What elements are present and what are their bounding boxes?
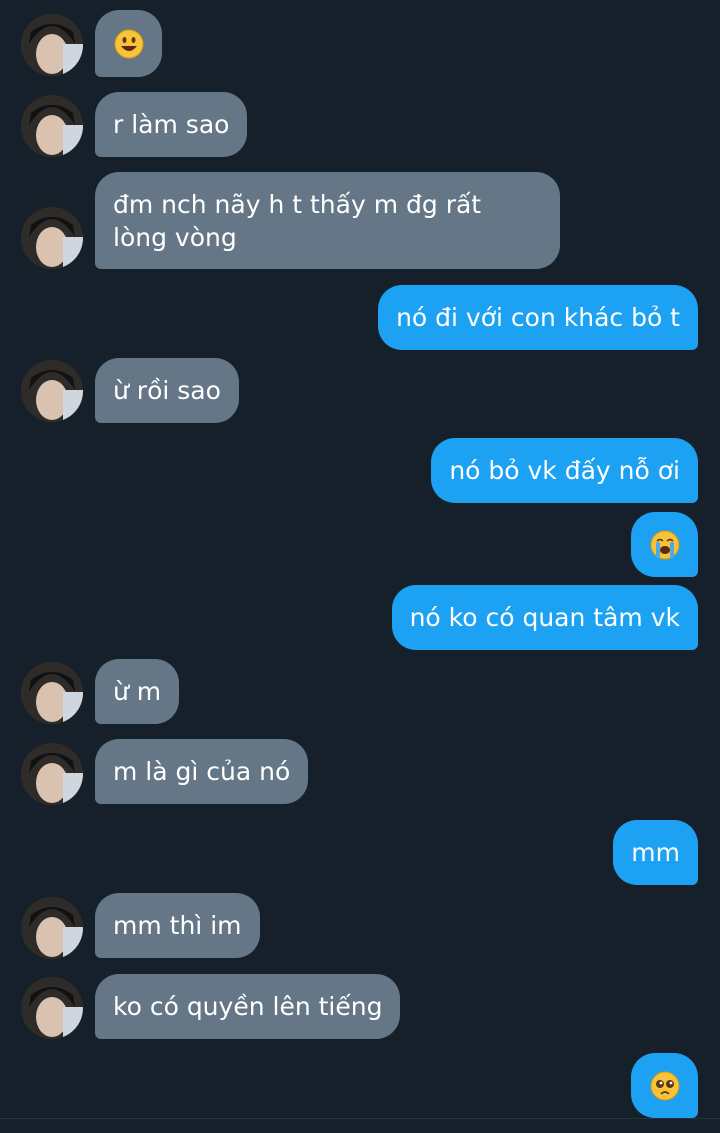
- message-bubble[interactable]: [95, 10, 162, 77]
- message-bubble[interactable]: nó bỏ vk đấy nỗ ơi: [431, 438, 698, 503]
- avatar[interactable]: [21, 14, 83, 76]
- avatar[interactable]: [21, 743, 83, 805]
- message-text: mm: [631, 838, 680, 867]
- avatar-photo: [21, 95, 83, 157]
- message-bubble[interactable]: [631, 1053, 698, 1118]
- avatar[interactable]: [21, 662, 83, 724]
- avatar-photo: [21, 977, 83, 1039]
- message-text: r làm sao: [113, 110, 230, 139]
- message-text: đm nch nãy h t thấy m đg rất lòng vòng: [113, 189, 482, 252]
- message-bubble[interactable]: r làm sao: [95, 92, 248, 157]
- avatar[interactable]: [21, 360, 83, 422]
- message-bubble[interactable]: nó ko có quan tâm vk: [391, 585, 698, 650]
- pleading-face-icon: [650, 1071, 679, 1100]
- avatar[interactable]: [21, 95, 83, 157]
- divider: [0, 1118, 720, 1119]
- message-bubble[interactable]: mm thì im: [95, 893, 260, 958]
- message-text: ừ m: [113, 677, 162, 706]
- message-text: mm thì im: [113, 911, 242, 940]
- avatar-photo: [21, 662, 83, 724]
- grinning-face-icon: [114, 29, 143, 58]
- message-text: nó bỏ vk đấy nỗ ơi: [449, 456, 680, 485]
- avatar-photo: [21, 743, 83, 805]
- message-text: m là gì của nó: [113, 757, 291, 786]
- message-bubble[interactable]: nó đi với con khác bỏ t: [378, 285, 698, 350]
- avatar[interactable]: [21, 977, 83, 1039]
- avatar-photo: [21, 897, 83, 959]
- message-text: nó đi với con khác bỏ t: [396, 303, 680, 332]
- message-bubble[interactable]: ừ rồi sao: [95, 358, 239, 423]
- avatar-photo: [21, 207, 83, 269]
- message-bubble[interactable]: m là gì của nó: [95, 739, 309, 804]
- message-bubble[interactable]: mm: [613, 820, 698, 885]
- message-text: ừ rồi sao: [113, 376, 221, 405]
- message-bubble[interactable]: ừ m: [95, 659, 180, 724]
- avatar[interactable]: [21, 207, 83, 269]
- loudly-crying-face-icon: [650, 530, 679, 559]
- message-bubble[interactable]: đm nch nãy h t thấy m đg rất lòng vòng: [95, 172, 560, 269]
- message-text: ko có quyền lên tiếng: [113, 992, 383, 1021]
- message-text: nó ko có quan tâm vk: [409, 603, 680, 632]
- avatar-photo: [21, 360, 83, 422]
- avatar[interactable]: [21, 897, 83, 959]
- message-bubble[interactable]: [631, 512, 698, 577]
- avatar-photo: [21, 14, 83, 76]
- message-bubble[interactable]: ko có quyền lên tiếng: [95, 974, 401, 1039]
